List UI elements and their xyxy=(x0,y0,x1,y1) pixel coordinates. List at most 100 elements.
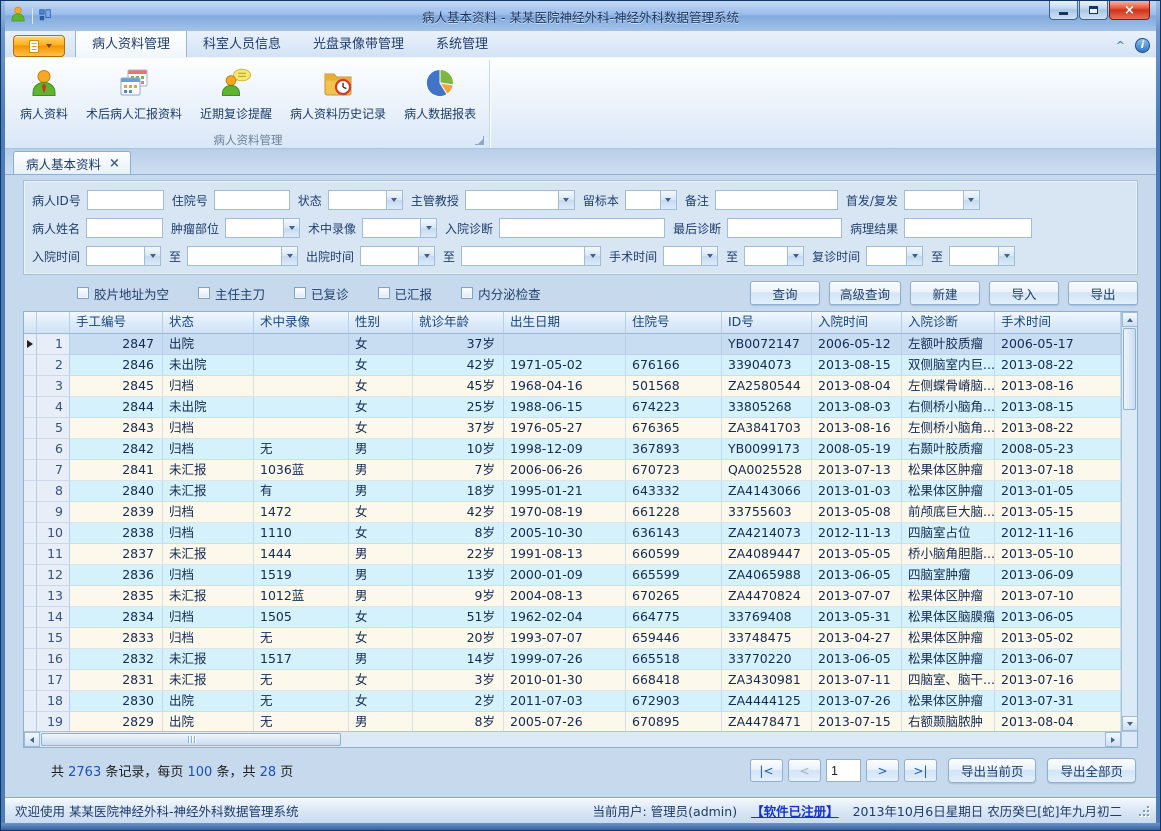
chevron-down-icon[interactable] xyxy=(963,191,979,209)
filter-dropdown[interactable] xyxy=(362,218,437,238)
horizontal-scroll-track[interactable] xyxy=(342,732,1105,747)
filter-dropdown[interactable] xyxy=(744,246,804,266)
advanced-query-button[interactable]: 高级查询 xyxy=(829,281,901,305)
chevron-down-icon[interactable] xyxy=(787,247,803,265)
import-button[interactable]: 导入 xyxy=(989,281,1059,305)
query-button[interactable]: 查询 xyxy=(750,281,820,305)
filter-input[interactable] xyxy=(214,190,290,210)
checkbox-icon[interactable] xyxy=(461,287,473,299)
filter-dropdown[interactable] xyxy=(866,246,923,266)
next-page-button[interactable]: > xyxy=(866,759,899,782)
column-header-9[interactable]: 入院时间 xyxy=(812,312,902,334)
table-row[interactable]: 112837未汇报1444男22岁1991-08-13660599ZA40894… xyxy=(24,544,1121,565)
filter-dropdown[interactable] xyxy=(461,246,601,266)
ribbon-button-1[interactable]: 病人资料 xyxy=(11,63,77,125)
chevron-down-icon[interactable] xyxy=(701,247,717,265)
scroll-up-icon[interactable] xyxy=(1122,312,1138,327)
table-row[interactable]: 32845归档女45岁1968-04-16501568ZA25805442013… xyxy=(24,376,1121,397)
scroll-down-icon[interactable] xyxy=(1122,716,1138,731)
chevron-down-icon[interactable] xyxy=(998,247,1014,265)
checkbox-icon[interactable] xyxy=(294,287,306,299)
resize-grip-icon[interactable] xyxy=(1138,805,1150,817)
table-row[interactable]: 122836归档1519男13岁2000-01-09665599ZA406598… xyxy=(24,565,1121,586)
checkbox-3[interactable]: 已复诊 xyxy=(294,284,349,303)
new-record-button[interactable]: 新建 xyxy=(910,281,980,305)
column-header-11[interactable]: 手术时间 xyxy=(995,312,1121,334)
checkbox-1[interactable]: 胶片地址为空 xyxy=(77,284,169,303)
dialog-launcher-icon[interactable] xyxy=(475,136,484,145)
filter-input[interactable] xyxy=(86,218,163,238)
filter-dropdown[interactable] xyxy=(663,246,718,266)
ribbon-tab-3[interactable]: 光盘录像带管理 xyxy=(297,29,420,57)
chevron-down-icon[interactable] xyxy=(418,247,434,265)
checkbox-4[interactable]: 已汇报 xyxy=(378,284,433,303)
column-header-5[interactable]: 就诊年龄 xyxy=(413,312,504,334)
first-page-button[interactable]: |< xyxy=(750,759,783,782)
checkbox-5[interactable]: 内分泌检查 xyxy=(461,284,541,303)
horizontal-scrollbar[interactable] xyxy=(24,731,1121,747)
export-button[interactable]: 导出 xyxy=(1068,281,1138,305)
close-button[interactable]: × xyxy=(1109,1,1150,20)
table-row[interactable]: 12847出院女37岁YB00721472006-05-12左额叶胶质瘤2006… xyxy=(24,334,1121,355)
layout-grid-icon[interactable] xyxy=(38,7,52,26)
registered-link[interactable]: 【软件已注册】 xyxy=(751,801,839,820)
ribbon-button-3[interactable]: 近期复诊提醒 xyxy=(191,63,281,125)
checkbox-2[interactable]: 主任主刀 xyxy=(198,284,265,303)
filter-dropdown[interactable] xyxy=(187,246,298,266)
chevron-down-icon[interactable] xyxy=(386,191,402,209)
chevron-down-icon[interactable] xyxy=(281,247,297,265)
filter-input[interactable] xyxy=(715,190,838,210)
horizontal-scroll-thumb[interactable] xyxy=(41,733,341,746)
chevron-down-icon[interactable] xyxy=(283,219,299,237)
ribbon-collapse-icon[interactable]: ^ xyxy=(1116,39,1125,52)
checkbox-icon[interactable] xyxy=(378,287,390,299)
vertical-scroll-thumb[interactable] xyxy=(1123,328,1136,410)
application-menu-button[interactable] xyxy=(13,35,65,57)
table-row[interactable]: 162832未汇报1517男14岁1999-07-266655183377022… xyxy=(24,649,1121,670)
ribbon-tab-1[interactable]: 病人资料管理 xyxy=(75,28,187,57)
column-header-2[interactable]: 状态 xyxy=(163,312,254,334)
table-row[interactable]: 182830出院无女2岁2011-07-03672903ZA4444125201… xyxy=(24,691,1121,712)
table-row[interactable]: 132835未汇报1012蓝男9岁2004-08-13670265ZA44708… xyxy=(24,586,1121,607)
table-row[interactable]: 142834归档1505女51岁1962-02-0466477533769408… xyxy=(24,607,1121,628)
filter-input[interactable] xyxy=(904,218,1032,238)
ribbon-tab-2[interactable]: 科室人员信息 xyxy=(187,29,297,57)
checkbox-icon[interactable] xyxy=(77,287,89,299)
page-number-input[interactable] xyxy=(826,759,861,782)
filter-dropdown[interactable] xyxy=(360,246,435,266)
column-header-3[interactable]: 术中录像 xyxy=(254,312,349,334)
vertical-scrollbar[interactable] xyxy=(1121,312,1137,731)
table-row[interactable]: 172831未汇报无女3岁2010-01-30668418ZA343098120… xyxy=(24,670,1121,691)
table-row[interactable]: 72841未汇报1036蓝男7岁2006-06-26670723QA002552… xyxy=(24,460,1121,481)
filter-dropdown[interactable] xyxy=(625,190,677,210)
column-header-7[interactable]: 住院号 xyxy=(626,312,722,334)
filter-input[interactable] xyxy=(727,218,842,238)
filter-input[interactable] xyxy=(499,218,665,238)
prev-page-button[interactable]: < xyxy=(788,759,821,782)
scroll-left-icon[interactable] xyxy=(24,732,40,747)
checkbox-icon[interactable] xyxy=(198,287,210,299)
tab-close-icon[interactable]: × xyxy=(109,157,120,170)
vertical-scroll-track[interactable] xyxy=(1122,411,1137,716)
maximize-button[interactable] xyxy=(1079,1,1108,20)
table-row[interactable]: 42844未出院女25岁1988-06-15674223338052682013… xyxy=(24,397,1121,418)
ribbon-button-4[interactable]: 病人资料历史记录 xyxy=(281,63,395,125)
filter-dropdown[interactable] xyxy=(86,246,161,266)
column-header-8[interactable]: ID号 xyxy=(722,312,812,334)
chevron-down-icon[interactable] xyxy=(906,247,922,265)
scroll-right-icon[interactable] xyxy=(1105,732,1121,747)
tab-patient-basic-info[interactable]: 病人基本资料 × xyxy=(13,151,131,174)
table-row[interactable]: 152833归档无女20岁1993-07-0765944633748475201… xyxy=(24,628,1121,649)
filter-input[interactable] xyxy=(87,190,164,210)
table-row[interactable]: 52843归档女37岁1976-05-27676365ZA38417032013… xyxy=(24,418,1121,439)
table-row[interactable]: 192829出院无男8岁2005-07-26670895ZA4478471201… xyxy=(24,712,1121,731)
column-header-6[interactable]: 出生日期 xyxy=(504,312,626,334)
filter-dropdown[interactable] xyxy=(949,246,1015,266)
chevron-down-icon[interactable] xyxy=(144,247,160,265)
export-current-page-button[interactable]: 导出当前页 xyxy=(948,758,1037,783)
column-header-10[interactable]: 入院诊断 xyxy=(902,312,995,334)
table-row[interactable]: 62842归档无男10岁1998-12-09367893YB0099173200… xyxy=(24,439,1121,460)
table-row[interactable]: 82840未汇报有男18岁1995-01-21643332ZA414306620… xyxy=(24,481,1121,502)
filter-dropdown[interactable] xyxy=(225,218,300,238)
filter-dropdown[interactable] xyxy=(328,190,403,210)
